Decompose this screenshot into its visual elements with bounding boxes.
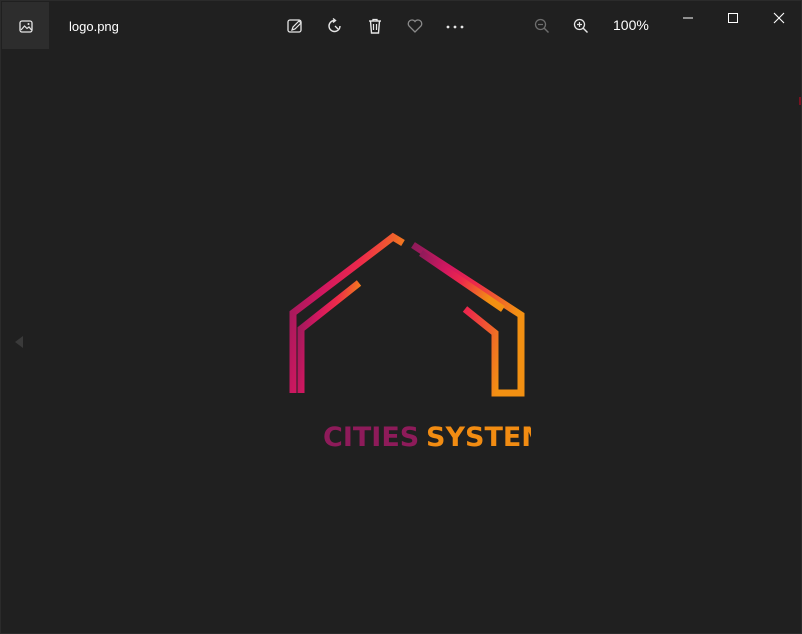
rotate-button[interactable] xyxy=(322,13,348,39)
edit-image-button[interactable] xyxy=(282,13,308,39)
zoom-in-icon xyxy=(573,18,588,33)
zoom-out-button[interactable] xyxy=(529,13,555,39)
logo-image: CITIES SYSTEM xyxy=(271,225,548,461)
more-options-icon xyxy=(446,25,464,29)
zoom-level[interactable]: 100% xyxy=(613,17,649,33)
logo-text-cities: CITIES xyxy=(323,422,419,453)
zoom-out-icon xyxy=(534,18,549,33)
minimize-button[interactable] xyxy=(673,5,703,31)
edge-indicator xyxy=(799,97,801,105)
logo-text-system: SYSTEM xyxy=(426,422,531,453)
zoom-in-button[interactable] xyxy=(568,13,594,39)
file-name: logo.png xyxy=(69,19,119,34)
photos-app-button[interactable] xyxy=(2,2,49,49)
favorite-heart-icon xyxy=(407,19,423,33)
favorite-button[interactable] xyxy=(402,13,428,39)
more-options-button[interactable] xyxy=(442,13,468,39)
delete-button[interactable] xyxy=(362,13,388,39)
edit-image-icon xyxy=(287,19,302,33)
close-icon xyxy=(773,12,785,24)
photos-app-icon xyxy=(18,19,33,33)
rotate-icon xyxy=(328,17,341,33)
previous-image-button[interactable] xyxy=(9,331,29,353)
delete-icon xyxy=(369,18,381,34)
maximize-button[interactable] xyxy=(718,5,748,31)
minimize-icon xyxy=(683,17,693,19)
previous-arrow-icon xyxy=(15,336,23,348)
cities-system-logo: CITIES SYSTEM xyxy=(289,232,548,453)
maximize-icon xyxy=(728,13,738,23)
photos-viewer-window: logo.png 100% CITIES SYSTE xyxy=(0,0,802,634)
title-bar: logo.png 100% xyxy=(1,1,802,49)
close-button[interactable] xyxy=(764,5,794,31)
